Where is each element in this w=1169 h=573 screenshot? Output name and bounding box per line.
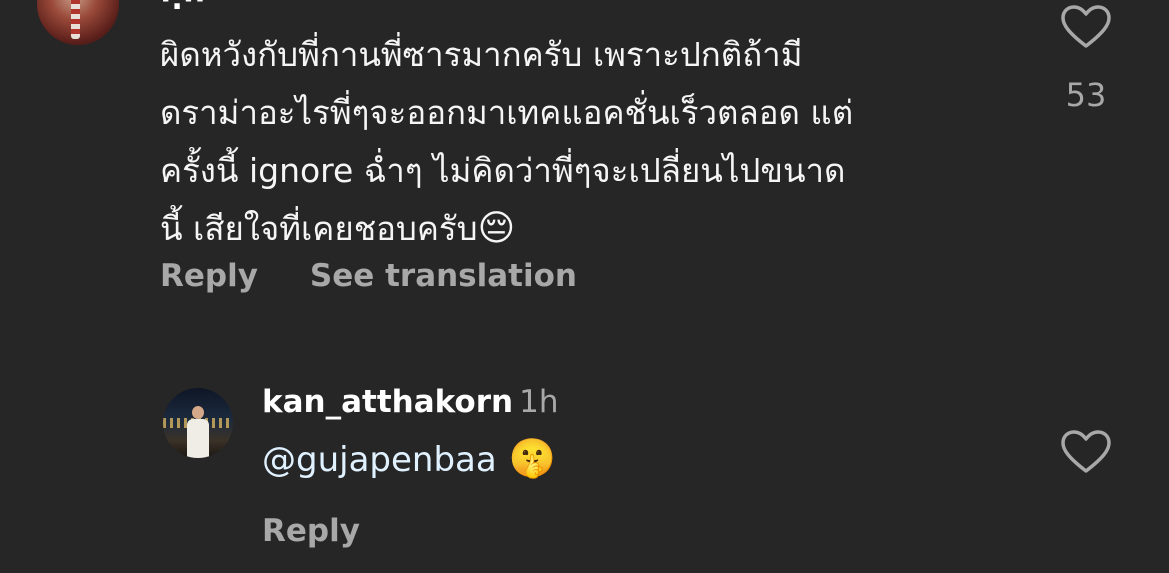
comment-actions: Reply See translation [160, 258, 577, 294]
commenter-avatar[interactable] [37, 0, 119, 45]
reply-avatar[interactable] [163, 388, 233, 458]
shushing-face-emoji: 🤫 [508, 436, 557, 480]
like-count: 53 [1065, 76, 1107, 114]
avatar-straw-detail [71, 0, 80, 39]
pensive-face-emoji: 😔 [477, 208, 516, 249]
avatar-person [187, 406, 209, 458]
reply-timestamp: 1h [519, 384, 559, 420]
commenter-username[interactable]: ·.·· [160, 0, 206, 17]
heart-outline-icon[interactable] [1061, 5, 1111, 49]
heart-outline-icon[interactable] [1061, 430, 1111, 474]
mention-link[interactable]: @gujapenbaa [262, 440, 497, 480]
reply-username[interactable]: kan_atthakorn [262, 384, 513, 420]
see-translation-button[interactable]: See translation [310, 258, 577, 294]
comments-thread: ·.·· ผิดหวังกับพี่กานพี่ซารมากครับ เพราะ… [0, 0, 1169, 573]
reply-button[interactable]: Reply [160, 258, 258, 294]
reply-header: kan_atthakorn 1h [262, 384, 558, 420]
reply-reply-button[interactable]: Reply [262, 513, 360, 549]
reply-body: @gujapenbaa 🤫 [262, 436, 556, 481]
comment-body: ผิดหวังกับพี่กานพี่ซารมากครับ เพราะปกติถ… [160, 26, 1020, 258]
